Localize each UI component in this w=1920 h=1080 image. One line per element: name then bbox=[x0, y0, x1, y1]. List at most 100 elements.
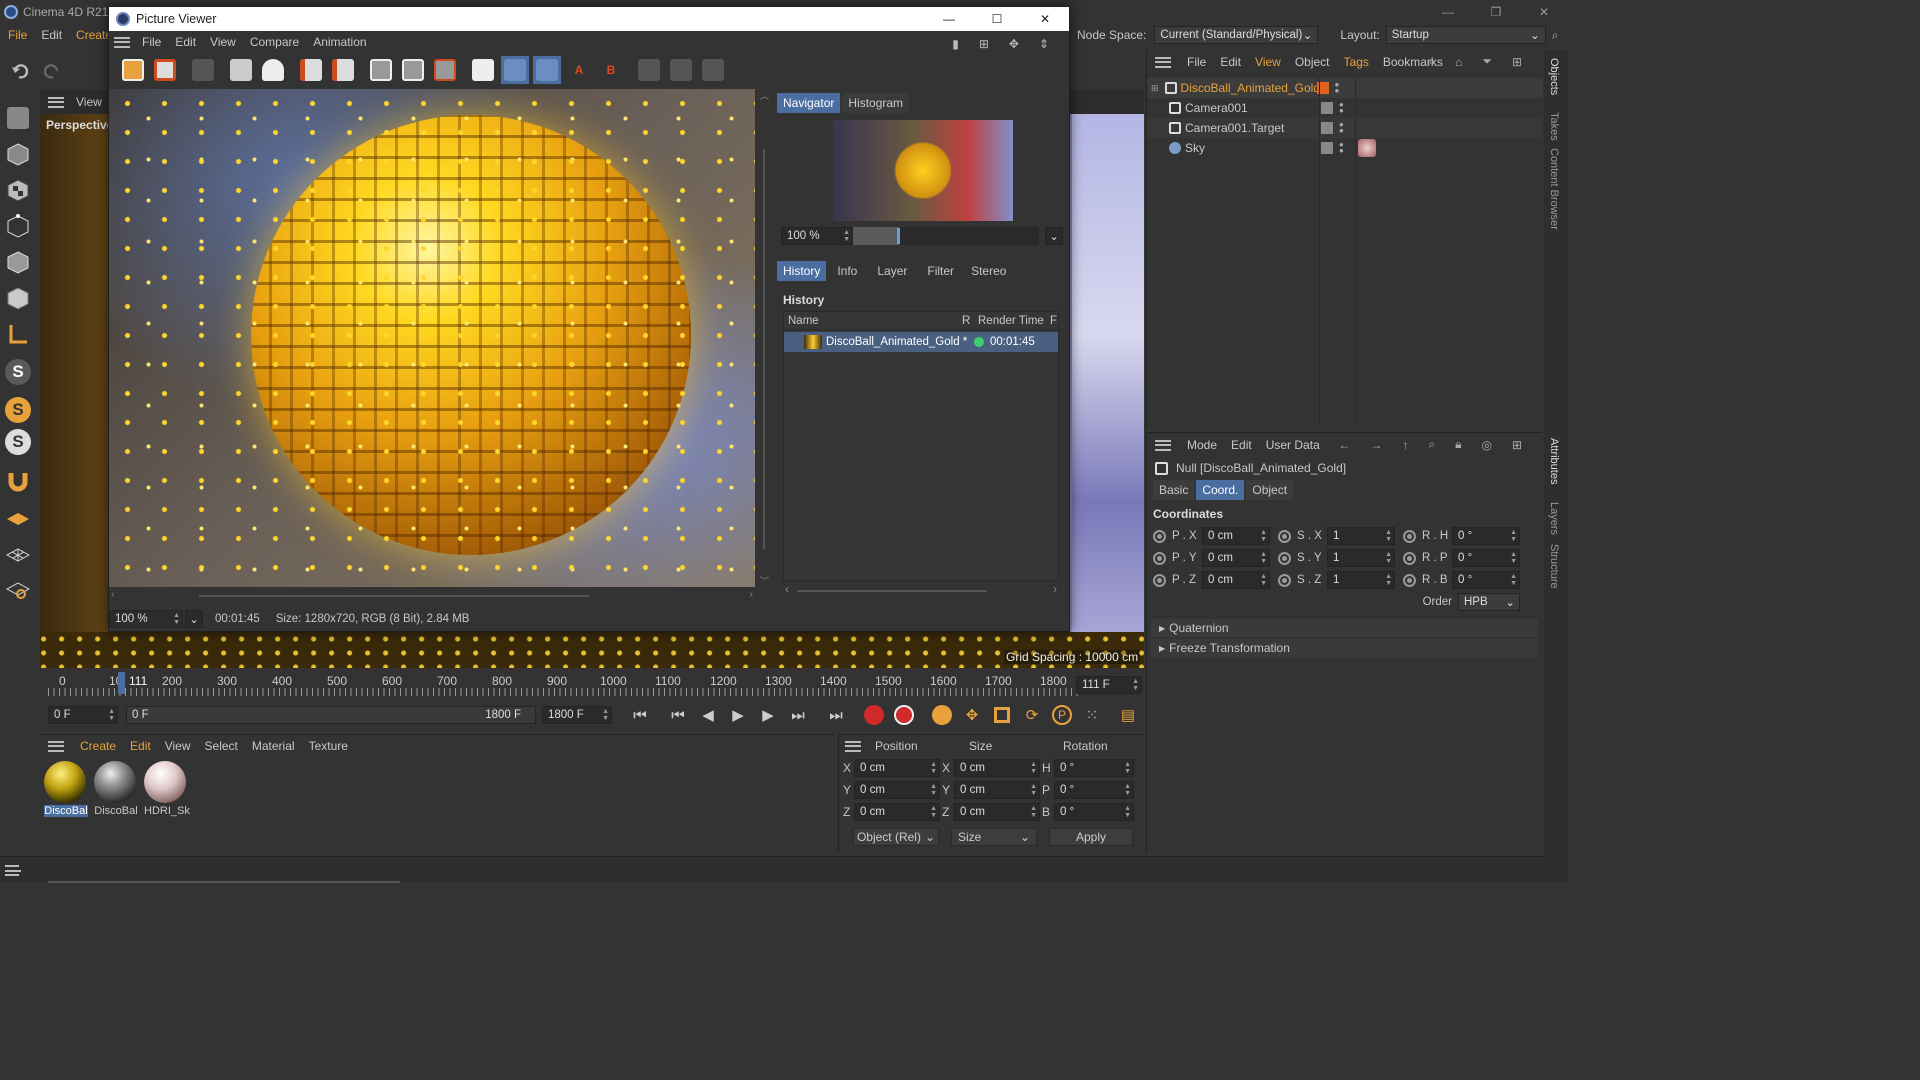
om-home-icon[interactable]: ⌂ bbox=[1455, 55, 1462, 69]
prev-key-icon[interactable]: ⏮ bbox=[664, 701, 692, 729]
mm-menu-edit[interactable]: Edit bbox=[130, 739, 151, 753]
minimize-button[interactable]: — bbox=[1424, 5, 1472, 19]
animate-py-radio[interactable] bbox=[1153, 551, 1166, 565]
model-mode-icon[interactable] bbox=[4, 140, 32, 168]
am-new-icon[interactable]: ⊞ bbox=[1512, 438, 1522, 452]
pv-panel-toggle-icon[interactable]: ▮ bbox=[952, 37, 959, 51]
snapshot-b-icon[interactable] bbox=[399, 56, 427, 84]
tag-edit-icon[interactable] bbox=[1321, 102, 1333, 114]
side-tab-structure[interactable]: Structure bbox=[1548, 544, 1560, 589]
visibility-dots-icon[interactable]: ● ● bbox=[1335, 81, 1340, 95]
rot-p-field[interactable]: 0 ° ▲ ▼ bbox=[1452, 549, 1520, 567]
side-tab-attributes[interactable]: Attributes bbox=[1548, 438, 1560, 484]
node-space-dropdown[interactable]: Current (Standard/Physical) ⌄ bbox=[1154, 26, 1319, 44]
group-freeze[interactable]: ▶ Freeze Transformation bbox=[1151, 639, 1538, 657]
tab-filter[interactable]: Filter bbox=[918, 261, 963, 281]
timeline-icon[interactable]: ▤ bbox=[1114, 701, 1142, 729]
animate-sz-radio[interactable] bbox=[1278, 573, 1291, 587]
layout-dropdown[interactable]: Startup ⌄ bbox=[1385, 26, 1546, 44]
tag-edit-icon[interactable] bbox=[1321, 122, 1333, 134]
search-icon[interactable]: ⌕ bbox=[1552, 28, 1559, 43]
visibility-dots-icon[interactable]: ● ● bbox=[1339, 121, 1344, 135]
group-quaternion[interactable]: ▶ Quaternion bbox=[1151, 619, 1538, 637]
history-row[interactable]: DiscoBall_Animated_Gold * 00:01:45 bbox=[784, 332, 1058, 352]
texture-mode-icon[interactable] bbox=[4, 176, 32, 204]
status-menu-icon[interactable] bbox=[5, 865, 21, 876]
pv-menu-edit[interactable]: Edit bbox=[175, 35, 196, 49]
back-arrow-icon[interactable]: ← bbox=[1338, 438, 1350, 452]
side-tab-layers[interactable]: Layers bbox=[1548, 502, 1560, 535]
navigator-thumbnail[interactable] bbox=[833, 120, 1013, 221]
scale-y-field[interactable]: 1 ▲ ▼ bbox=[1327, 549, 1395, 567]
visibility-dots-icon[interactable]: ● ● bbox=[1339, 101, 1344, 115]
workplane-icon[interactable] bbox=[4, 504, 32, 532]
om-filter-icon[interactable]: ⏷ bbox=[1482, 54, 1492, 69]
nav-zoom-dropdown[interactable]: ⌄ bbox=[1045, 227, 1063, 245]
om-menu-view[interactable]: View bbox=[1255, 55, 1281, 69]
prev-frame-icon[interactable]: ◀ bbox=[694, 701, 722, 729]
cm-pos-z[interactable]: 0 cm ▲ ▼ bbox=[854, 803, 940, 821]
pv-updown-icon[interactable]: ⇕ bbox=[1039, 37, 1049, 51]
am-menu-mode[interactable]: Mode bbox=[1187, 438, 1217, 452]
cm-rot-p[interactable]: 0 ° ▲ ▼ bbox=[1054, 781, 1134, 799]
cm-pos-y[interactable]: 0 cm ▲ ▼ bbox=[854, 781, 940, 799]
animate-px-radio[interactable] bbox=[1153, 529, 1166, 543]
om-new-icon[interactable]: ⊞ bbox=[1512, 55, 1522, 69]
rotation-order-dropdown[interactable]: HPB ⌄ bbox=[1458, 593, 1520, 611]
cm-mode-dropdown[interactable]: Object (Rel) ⌄ bbox=[853, 828, 939, 846]
autokey-icon[interactable] bbox=[890, 701, 918, 729]
tab-history[interactable]: History bbox=[777, 261, 827, 281]
material-tag-icon[interactable] bbox=[1357, 139, 1376, 157]
key-scale-icon[interactable] bbox=[988, 701, 1016, 729]
om-search-icon[interactable]: ⌕ bbox=[1428, 54, 1435, 69]
set-b-icon[interactable]: B bbox=[597, 56, 625, 84]
pv-zoom-field[interactable]: 100 % ▲ ▼ bbox=[109, 610, 183, 628]
rot-h-field[interactable]: 0 ° ▲ ▼ bbox=[1452, 527, 1520, 545]
menu-file[interactable]: File bbox=[8, 28, 27, 42]
go-to-end-icon[interactable]: ⏭ bbox=[822, 701, 850, 729]
record-icon[interactable] bbox=[860, 701, 888, 729]
pv-close-button[interactable]: ✕ bbox=[1021, 12, 1069, 26]
mm-menu-create[interactable]: Create bbox=[80, 739, 116, 753]
pv-zoom-dropdown[interactable]: ⌄ bbox=[185, 610, 203, 628]
snap-s3-icon[interactable]: S bbox=[4, 428, 32, 456]
scale-z-field[interactable]: 1 ▲ ▼ bbox=[1327, 571, 1395, 589]
nav-zoom-field[interactable]: 100 % ▲ ▼ bbox=[781, 227, 853, 245]
animate-rp-radio[interactable] bbox=[1403, 551, 1416, 565]
om-item-camera-target[interactable]: Camera001.Target ● ● bbox=[1147, 118, 1543, 138]
grid-lock-icon[interactable] bbox=[4, 540, 32, 568]
restore-button[interactable]: ❐ bbox=[1472, 5, 1520, 19]
compare-ab-icon[interactable] bbox=[469, 56, 497, 84]
material-swatch[interactable]: DiscoBal bbox=[44, 761, 88, 817]
edge-mode-icon[interactable] bbox=[4, 248, 32, 276]
pv-expand-icon[interactable]: ⊞ bbox=[979, 37, 989, 51]
col-r[interactable]: R bbox=[962, 315, 978, 327]
pv-menu-animation[interactable]: Animation bbox=[313, 35, 366, 49]
axis-icon[interactable] bbox=[4, 320, 32, 348]
am-menu-edit[interactable]: Edit bbox=[1231, 438, 1252, 452]
rot-b-field[interactable]: 0 ° ▲ ▼ bbox=[1452, 571, 1520, 589]
pv-image-hscroll[interactable]: ‹ › bbox=[109, 589, 755, 603]
om-item-discoball[interactable]: ⊞ DiscoBall_Animated_Gold ● ● bbox=[1147, 78, 1543, 98]
side-tab-takes[interactable]: Takes bbox=[1548, 112, 1560, 141]
am-tab-coord[interactable]: Coord. bbox=[1196, 480, 1245, 500]
polygon-mode-icon[interactable] bbox=[4, 284, 32, 312]
am-tab-object[interactable]: Object bbox=[1246, 480, 1294, 500]
snap-s-icon[interactable]: S bbox=[4, 358, 32, 386]
copy-icon[interactable] bbox=[297, 56, 325, 84]
snapshot-a-icon[interactable] bbox=[367, 56, 395, 84]
viewport-menu-icon[interactable] bbox=[48, 96, 64, 108]
stop-render-icon[interactable] bbox=[189, 56, 217, 84]
render-region-icon[interactable] bbox=[227, 56, 255, 84]
keyframe-selection-icon[interactable] bbox=[928, 701, 956, 729]
pv-image-vscroll[interactable]: ︿ ﹀ bbox=[757, 89, 771, 587]
magnet-icon[interactable] bbox=[4, 466, 32, 494]
cm-menu-icon[interactable] bbox=[845, 740, 861, 752]
tab-stereo[interactable]: Stereo bbox=[965, 261, 1012, 281]
key-pla-icon[interactable]: ⁙ bbox=[1078, 701, 1106, 729]
pv-minimize-button[interactable]: — bbox=[925, 12, 973, 26]
viewport-view-menu[interactable]: View bbox=[76, 95, 102, 109]
point-mode-icon[interactable] bbox=[4, 212, 32, 240]
cm-size-dropdown[interactable]: Size ⌄ bbox=[951, 828, 1037, 846]
render-settings-icon[interactable] bbox=[259, 56, 287, 84]
